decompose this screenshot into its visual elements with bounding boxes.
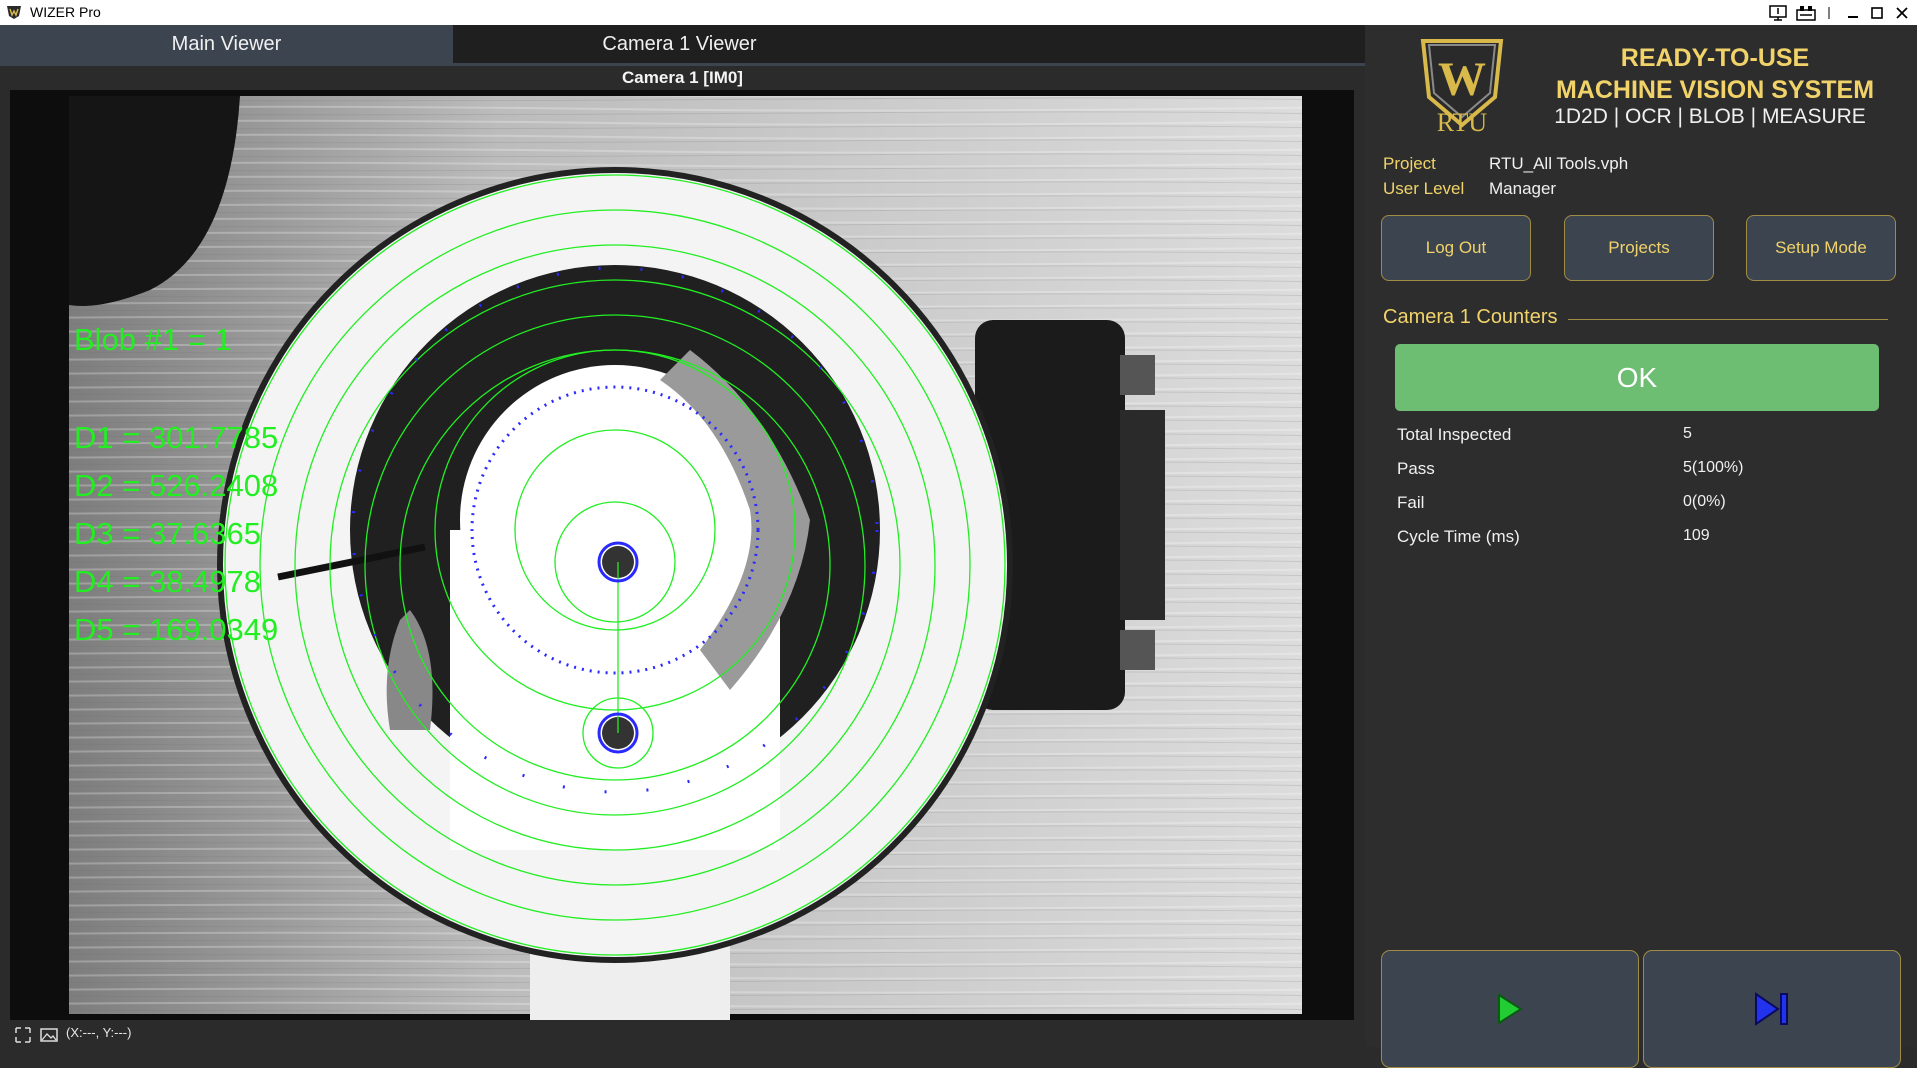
play-icon — [1498, 993, 1523, 1025]
overlay-d5: D5 = 169.0349 — [74, 612, 279, 647]
status-bar: (X:---, Y:---) — [0, 1022, 1365, 1047]
fit-view-icon[interactable] — [14, 1026, 32, 1044]
camera-image — [10, 90, 1354, 1020]
tab-main-viewer[interactable]: Main Viewer — [0, 25, 453, 63]
rtu-logo: W RTU — [1420, 39, 1504, 135]
project-label: Project — [1383, 154, 1436, 173]
maximize-icon[interactable] — [1864, 2, 1890, 24]
overlay-blob-count: Blob #1 = 1 — [74, 322, 232, 357]
user-level-value: Manager — [1489, 179, 1557, 198]
step-forward-icon — [1755, 992, 1788, 1026]
logo-letter: W — [1438, 53, 1486, 106]
viewer-title: Camera 1 [IM0] — [622, 68, 743, 87]
viewer-tabs: Main Viewer Camera 1 Viewer — [0, 25, 1365, 66]
projects-button[interactable]: Projects — [1564, 215, 1714, 281]
counter-label-fail: Fail — [1397, 493, 1425, 512]
setup-mode-button[interactable]: Setup Mode — [1746, 215, 1896, 281]
brand-headline: READY-TO-USE MACHINE VISION SYSTEM — [1535, 42, 1895, 106]
counter-value-pass: 5(100%) — [1683, 459, 1744, 476]
counter-value-fail: 0(0%) — [1683, 493, 1726, 510]
overlay-d4: D4 = 38.4978 — [74, 564, 262, 599]
brand-tools: 1D2D | OCR | BLOB | MEASURE — [1554, 105, 1866, 128]
image-icon[interactable] — [40, 1026, 58, 1044]
step-button[interactable] — [1643, 950, 1901, 1068]
brand-headline-1: READY-TO-USE — [1620, 44, 1810, 72]
overlay-d1: D1 = 301.7785 — [74, 420, 279, 455]
project-value: RTU_All Tools.vph — [1489, 154, 1629, 173]
counter-label-cycle-time: Cycle Time (ms) — [1397, 527, 1520, 546]
minimize-icon[interactable] — [1840, 2, 1866, 24]
right-panel: W RTU READY-TO-USE MACHINE VISION SYSTEM… — [1365, 25, 1917, 1068]
counter-label-pass: Pass — [1397, 459, 1435, 478]
counters-title: Camera 1 Counters — [1383, 306, 1568, 329]
logout-button[interactable]: Log Out — [1381, 215, 1531, 281]
display-settings-icon[interactable] — [1765, 2, 1791, 24]
cursor-coordinates: (X:---, Y:---) — [66, 1025, 132, 1040]
overlay-d3: D3 = 37.6365 — [74, 516, 262, 551]
camera-viewer[interactable]: Blob #1 = 1 D1 = 301.7785 D2 = 526.2408 … — [10, 90, 1354, 1020]
window-title: WIZER Pro — [30, 4, 101, 20]
inspection-status-badge: OK — [1395, 344, 1879, 411]
close-icon[interactable] — [1889, 2, 1915, 24]
tab-camera-1-viewer[interactable]: Camera 1 Viewer — [453, 25, 906, 63]
user-level-label: User Level — [1383, 179, 1465, 198]
counter-label-total: Total Inspected — [1397, 425, 1512, 444]
app-icon — [7, 6, 21, 19]
counter-value-total: 5 — [1683, 425, 1692, 442]
logo-text: RTU — [1437, 108, 1488, 135]
overlay-d2: D2 = 526.2408 — [74, 468, 279, 503]
title-bar: WIZER Pro — [0, 0, 1917, 25]
run-button[interactable] — [1381, 950, 1639, 1068]
menu-separator — [1816, 2, 1842, 24]
counter-value-cycle-time: 109 — [1683, 527, 1710, 544]
brand-headline-2: MACHINE VISION SYSTEM — [1555, 76, 1875, 104]
